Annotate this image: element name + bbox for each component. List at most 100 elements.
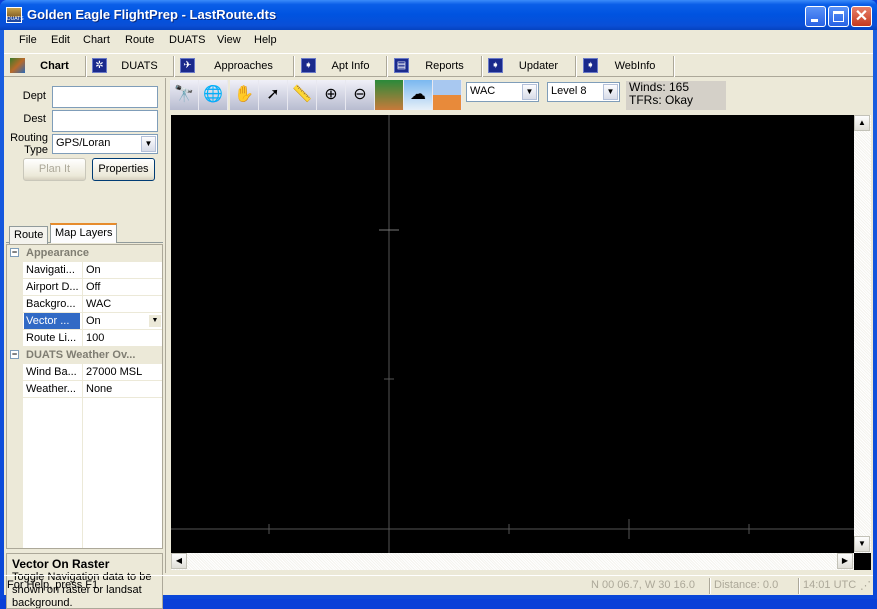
map-toolbar: 🔭 🌐 ✋ ➚ 📏 ⊕ ⊖ ☁ WAC ▼ Level 8 ▼ Winds: 1… (170, 78, 873, 114)
scroll-down-icon[interactable]: ▼ (854, 536, 870, 552)
vertical-scrollbar[interactable]: ▲ ▼ (854, 115, 871, 553)
collapse-icon[interactable]: − (10, 350, 19, 359)
chevron-down-icon[interactable]: ▼ (603, 84, 618, 100)
dept-input[interactable] (52, 86, 158, 108)
profile-icon[interactable] (433, 80, 462, 110)
property-value[interactable]: 100 (86, 332, 104, 344)
chevron-down-icon[interactable]: ▼ (141, 136, 156, 152)
menu-bar: File Edit Chart Route DUATS View Help (4, 30, 873, 52)
property-row[interactable]: Airport D... Off (7, 279, 162, 296)
menu-help[interactable]: Help (254, 34, 277, 46)
menu-file[interactable]: File (19, 34, 37, 46)
tab-label: Updater (518, 60, 559, 72)
tab-chart[interactable]: Chart (6, 56, 86, 77)
time-status: 14:01 UTC (803, 579, 857, 591)
app-window: DUATS Golden Eagle FlightPrep - LastRout… (0, 0, 877, 609)
chevron-down-icon[interactable]: ▼ (522, 84, 537, 100)
status-separator (798, 578, 799, 594)
tab-label: Chart (40, 60, 69, 72)
collapse-icon[interactable]: − (10, 248, 19, 257)
category-label: DUATS Weather Ov... (26, 349, 136, 361)
tab-approaches[interactable]: ✈ Approaches (176, 56, 294, 77)
tab-updater[interactable]: ➧ Updater (484, 56, 576, 77)
property-row-selected[interactable]: Vector ... On ▼ (7, 313, 162, 330)
property-name: Backgro... (26, 298, 76, 310)
weather-status: Winds: 165 TFRs: Okay (626, 81, 726, 110)
status-bar: For Help, press F1 N 00 06.7, W 30 16.0 … (4, 575, 873, 595)
property-name: Weather... (26, 383, 76, 395)
routing-label-line2: Type (24, 144, 48, 156)
tab-webinfo[interactable]: ➧ WebInfo (579, 56, 674, 77)
tab-label: Approaches (214, 60, 273, 72)
scroll-right-icon[interactable]: ▶ (837, 553, 853, 569)
property-row[interactable]: Weather... None (7, 381, 162, 398)
tfrs-status: TFRs: Okay (629, 93, 694, 107)
property-row[interactable]: Route Li... 100 (7, 330, 162, 347)
app-icon-label: DUATS (7, 16, 24, 22)
minimize-button[interactable] (805, 6, 826, 27)
chart-type-select[interactable]: WAC ▼ (466, 82, 539, 102)
property-value[interactable]: 27000 MSL (86, 366, 142, 378)
plan-it-button[interactable]: Plan It (23, 158, 86, 181)
resize-grip-icon[interactable]: ⋰ (860, 579, 871, 592)
close-button[interactable]: ✕ (851, 6, 872, 27)
property-name: Vector ... (24, 313, 80, 329)
app-icon[interactable]: DUATS (6, 7, 24, 23)
weather-cloud-icon[interactable]: ☁ (404, 80, 433, 110)
view-map-icon[interactable] (375, 80, 404, 110)
routing-type-label: Routing Type (6, 132, 48, 156)
property-value[interactable]: WAC (86, 298, 111, 310)
property-value[interactable]: None (86, 383, 112, 395)
property-name: Route Li... (26, 332, 77, 344)
status-separator (709, 578, 710, 594)
measure-ruler-icon[interactable]: 📏 (288, 80, 317, 110)
routing-type-value: GPS/Loran (56, 137, 111, 149)
maximize-icon (833, 11, 844, 22)
horizontal-scrollbar[interactable]: ◀ ▶ (171, 553, 854, 570)
map-canvas[interactable] (171, 115, 854, 553)
tab-reports[interactable]: ▤ Reports (390, 56, 482, 77)
zoom-level-value: Level 8 (551, 85, 587, 97)
zoom-out-icon[interactable]: ⊖ (346, 80, 375, 110)
menu-route[interactable]: Route (125, 34, 154, 46)
zoom-level-select[interactable]: Level 8 ▼ (547, 82, 620, 102)
select-pointer-icon[interactable]: ➚ (259, 80, 288, 110)
scroll-up-icon[interactable]: ▲ (854, 115, 870, 131)
category-appearance[interactable]: − Appearance (7, 245, 162, 262)
close-icon: ✕ (854, 8, 869, 25)
client-area: File Edit Chart Route DUATS View Help Ch… (4, 30, 873, 609)
menu-chart[interactable]: Chart (83, 34, 110, 46)
help-status: For Help, press F1 (7, 579, 99, 591)
title-bar[interactable]: DUATS Golden Eagle FlightPrep - LastRout… (0, 0, 877, 30)
property-name: Wind Ba... (26, 366, 77, 378)
left-panel: Dept Dest Routing Type GPS/Loran ▼ Plan … (4, 78, 166, 609)
scroll-corner (854, 553, 871, 570)
property-row[interactable]: Navigati... On (7, 262, 162, 279)
category-duats-weather[interactable]: − DUATS Weather Ov... (7, 347, 162, 364)
property-value[interactable]: On (86, 315, 101, 327)
property-row[interactable]: Wind Ba... 27000 MSL (7, 364, 162, 381)
routing-label-line1: Routing (10, 132, 48, 144)
property-value[interactable]: Off (86, 281, 100, 293)
menu-view[interactable]: View (217, 34, 241, 46)
tab-route[interactable]: Route (9, 226, 49, 244)
tab-apt-info[interactable]: ➧ Apt Info (297, 56, 387, 77)
dest-input[interactable] (52, 110, 158, 132)
zoom-in-icon[interactable]: ⊕ (317, 80, 346, 110)
maximize-button[interactable] (828, 6, 849, 27)
menu-edit[interactable]: Edit (51, 34, 70, 46)
property-value[interactable]: On (86, 264, 101, 276)
properties-button[interactable]: Properties (92, 158, 155, 181)
pan-hand-icon[interactable]: ✋ (230, 80, 259, 110)
routing-type-select[interactable]: GPS/Loran ▼ (52, 134, 158, 154)
binoculars-icon[interactable]: 🔭 (170, 80, 199, 110)
globe-icon[interactable]: 🌐 (199, 80, 228, 110)
chevron-down-icon[interactable]: ▼ (149, 315, 161, 327)
tab-map-layers[interactable]: Map Layers (50, 223, 118, 243)
tab-label: WebInfo (614, 60, 656, 72)
property-row[interactable]: Backgro... WAC (7, 296, 162, 313)
menu-duats[interactable]: DUATS (169, 34, 205, 46)
scroll-left-icon[interactable]: ◀ (171, 553, 187, 569)
tab-duats[interactable]: ✲ DUATS (88, 56, 174, 77)
tab-label: Apt Info (331, 60, 370, 72)
